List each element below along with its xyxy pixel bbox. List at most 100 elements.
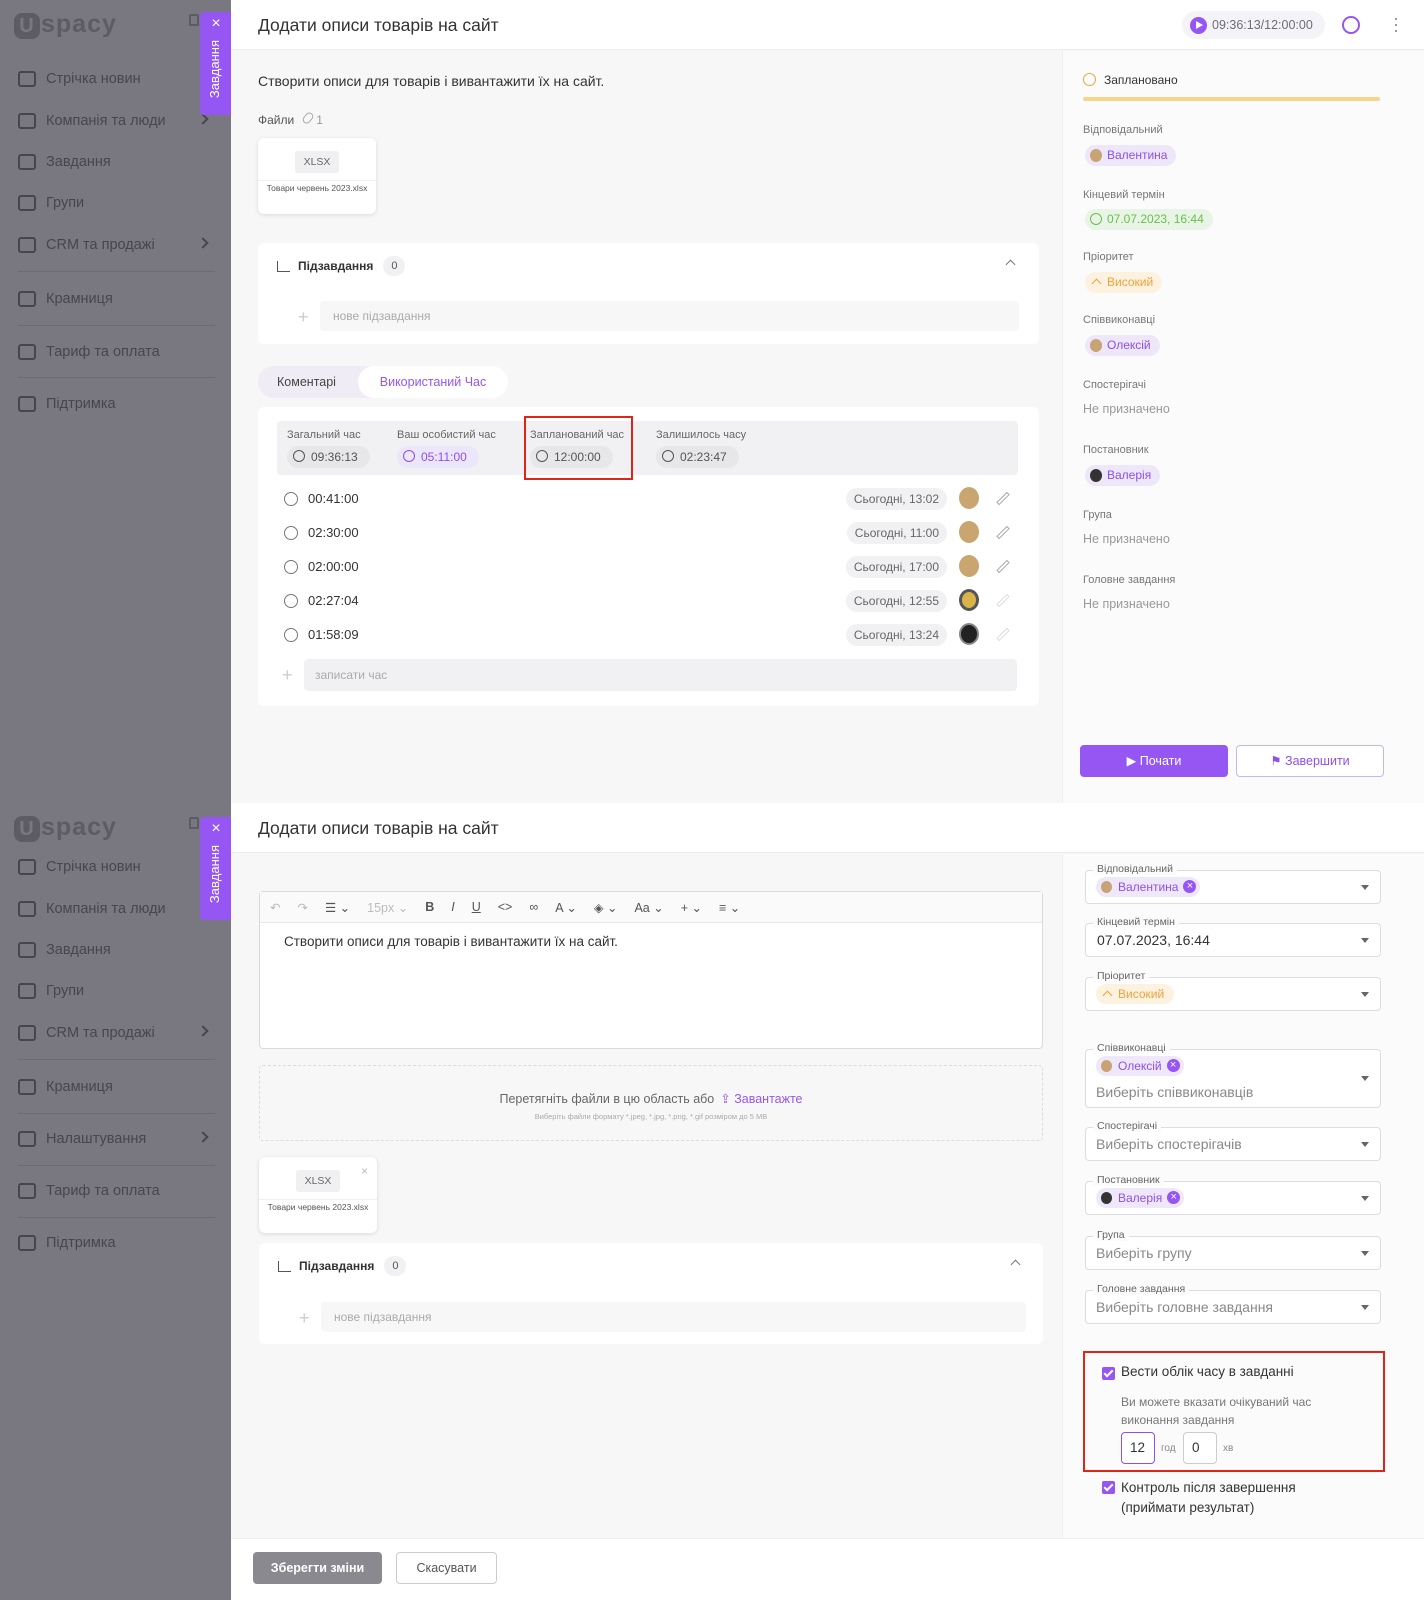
- coexec-chip[interactable]: Олексій: [1085, 335, 1160, 356]
- sidebar-item-support[interactable]: Підтримка: [18, 1223, 215, 1263]
- priority-select[interactable]: Пріоритет Високий: [1085, 970, 1381, 1011]
- insert-icon[interactable]: + ⌄: [681, 900, 702, 915]
- creator-chip[interactable]: Валерія: [1096, 1188, 1185, 1208]
- upload-link[interactable]: ⇪ Завантажте: [720, 1092, 802, 1106]
- building-icon: [18, 113, 36, 129]
- gear-icon: [18, 1131, 36, 1147]
- tab-comments[interactable]: Коментарі: [258, 366, 355, 398]
- tasks-vertical-tab[interactable]: × Завдання: [200, 12, 232, 115]
- new-subtask-input[interactable]: нове підзавдання: [320, 301, 1019, 331]
- editor-text[interactable]: Створити описи для товарів і вивантажити…: [284, 934, 618, 949]
- paragraph-format-icon[interactable]: ☰ ⌄: [325, 900, 350, 915]
- pin-icon[interactable]: [189, 14, 199, 26]
- calendar-icon: [18, 154, 36, 170]
- parent-task-select[interactable]: Головне завдання Виберіть головне завданн…: [1085, 1283, 1381, 1324]
- coexec-select[interactable]: СпіввиконавціОлексійВиберіть співвиконав…: [1085, 1042, 1381, 1108]
- deadline-chip[interactable]: 07.07.2023, 16:44: [1085, 209, 1213, 230]
- help-icon: [18, 1235, 36, 1251]
- underline-icon[interactable]: U: [472, 900, 481, 914]
- control-after-complete-checkbox[interactable]: [1102, 1481, 1115, 1494]
- bold-icon[interactable]: B: [425, 900, 434, 914]
- sidebar-item-tasks[interactable]: Завдання: [18, 930, 215, 970]
- cancel-button[interactable]: Скасувати: [396, 1552, 497, 1584]
- creator-select[interactable]: Постановник Валерія: [1085, 1174, 1381, 1215]
- finish-button[interactable]: ⚑ Завершити: [1236, 745, 1384, 777]
- timer-badge[interactable]: 09:36:13/12:00:00: [1182, 11, 1325, 39]
- sidebar-item-company[interactable]: Компанія та люди: [18, 889, 215, 929]
- file-card[interactable]: × XLSX Товари червень 2023.xlsx: [259, 1157, 377, 1233]
- sidebar-item-groups[interactable]: Групи: [18, 971, 215, 1011]
- sidebar: Uspacy Стрічка новин Компанія та люди За…: [0, 803, 231, 1600]
- new-subtask-input[interactable]: нове підзавдання: [321, 1302, 1026, 1332]
- link-icon[interactable]: ∞: [529, 900, 538, 914]
- sidebar-item-groups[interactable]: Групи: [18, 183, 215, 223]
- pin-icon[interactable]: [189, 817, 199, 829]
- logo: Uspacy: [14, 10, 117, 39]
- subtasks-header[interactable]: Підзавдання 0: [277, 256, 406, 276]
- file-name: Товари червень 2023.xlsx: [258, 180, 376, 206]
- sidebar-item-store[interactable]: Крамниця: [18, 1067, 215, 1107]
- deadline-select[interactable]: Кінцевий термін 07.07.2023, 16:44: [1085, 916, 1381, 957]
- font-size-select[interactable]: 15px ⌄: [367, 900, 408, 915]
- time-tracking-checkbox[interactable]: [1102, 1367, 1115, 1380]
- minutes-input[interactable]: 0: [1183, 1432, 1217, 1464]
- task-main: Додати описи товарів на сайт ↶ ↷ ☰ ⌄ 15p…: [231, 803, 1424, 1600]
- creator-chip[interactable]: Валерія: [1085, 465, 1161, 486]
- file-dropzone[interactable]: Перетягніть файли в цю область або ⇪ Зава…: [259, 1065, 1043, 1141]
- clock-history-icon[interactable]: [1342, 16, 1360, 34]
- stat-total: Загальний час 09:36:13: [287, 429, 370, 468]
- text-color-icon[interactable]: A ⌄: [555, 900, 577, 915]
- sidebar-item-store[interactable]: Крамниця: [18, 279, 215, 319]
- store-icon: [18, 291, 36, 307]
- subtasks-header[interactable]: Підзавдання 0: [278, 1256, 407, 1276]
- stat-personal-value: 05:11:00: [397, 446, 479, 468]
- edit-icon[interactable]: [996, 559, 1010, 574]
- sidebar-item-company[interactable]: Компанія та люди: [18, 101, 215, 141]
- help-icon: [18, 396, 36, 412]
- hours-input[interactable]: 12: [1121, 1432, 1155, 1464]
- observers-select[interactable]: Спостерігачі Виберіть спостерігачів: [1085, 1120, 1381, 1161]
- sidebar-item-crm[interactable]: CRM та продажі: [18, 225, 215, 265]
- text-case-select[interactable]: Aa ⌄: [634, 900, 663, 915]
- start-button[interactable]: ▶ Почати: [1080, 745, 1228, 777]
- sidebar-item-news[interactable]: Стрічка новин: [18, 847, 215, 887]
- tasks-vertical-tab[interactable]: × Завдання: [200, 817, 232, 920]
- edit-icon[interactable]: [996, 491, 1010, 506]
- description-editor[interactable]: ↶ ↷ ☰ ⌄ 15px ⌄ B I U <> ∞ A ⌄ ◈ ⌄ Aa ⌄ +…: [259, 891, 1043, 1049]
- align-icon[interactable]: ≡ ⌄: [719, 900, 740, 915]
- redo-icon[interactable]: ↷: [297, 900, 307, 915]
- clock-icon: [284, 526, 298, 540]
- avatar: [959, 521, 979, 543]
- code-icon[interactable]: <>: [498, 900, 513, 914]
- responsible-select[interactable]: Відповідальний Валентина: [1085, 863, 1381, 904]
- more-icon[interactable]: · · ·: [1393, 9, 1399, 39]
- coexec-chip[interactable]: Олексій: [1096, 1056, 1184, 1076]
- task-edit-content: ↶ ↷ ☰ ⌄ 15px ⌄ B I U <> ∞ A ⌄ ◈ ⌄ Aa ⌄ +…: [231, 854, 1062, 1600]
- sidebar-item-crm[interactable]: CRM та продажі: [18, 1013, 215, 1053]
- sidebar-item-billing[interactable]: Тариф та оплата: [18, 1171, 215, 1211]
- undo-icon[interactable]: ↶: [270, 900, 280, 915]
- responsible-chip[interactable]: Валентина: [1096, 877, 1201, 897]
- highlight-color-icon[interactable]: ◈ ⌄: [594, 900, 618, 915]
- italic-icon[interactable]: I: [451, 900, 454, 914]
- tab-time-used[interactable]: Використаний Час: [358, 366, 508, 398]
- close-icon[interactable]: ×: [200, 14, 232, 34]
- sidebar-item-support[interactable]: Підтримка: [18, 384, 215, 424]
- file-card[interactable]: XLSX Товари червень 2023.xlsx: [258, 138, 376, 214]
- priority-chip[interactable]: Високий: [1085, 272, 1163, 293]
- chevron-up-icon[interactable]: [1005, 259, 1016, 270]
- group-select[interactable]: Група Виберіть групу: [1085, 1229, 1381, 1270]
- chevron-up-icon[interactable]: [1010, 1259, 1021, 1270]
- sidebar-item-news[interactable]: Стрічка новин: [18, 59, 215, 99]
- edit-icon[interactable]: [996, 525, 1010, 540]
- responsible-chip[interactable]: Валентина: [1085, 145, 1177, 166]
- divider: [18, 271, 215, 272]
- task-edit-details: ВідповідальнийВалентина Кінцевий термін0…: [1062, 854, 1424, 1600]
- remove-file-icon[interactable]: ×: [361, 1164, 368, 1178]
- close-icon[interactable]: ×: [200, 819, 232, 839]
- sidebar-item-billing[interactable]: Тариф та оплата: [18, 332, 215, 372]
- sidebar-item-settings[interactable]: Налаштування: [18, 1119, 215, 1159]
- save-button[interactable]: Зберегти зміни: [253, 1552, 382, 1584]
- sidebar-item-tasks[interactable]: Завдання: [18, 142, 215, 182]
- record-time-input[interactable]: записати час: [304, 659, 1017, 691]
